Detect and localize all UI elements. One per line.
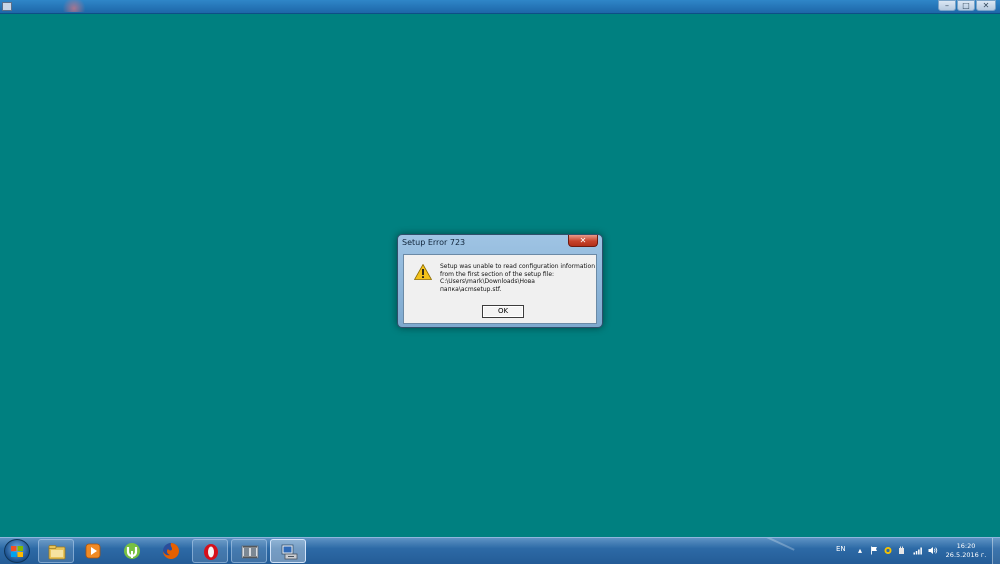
warning-icon [414,264,432,280]
message-line: C:\Users\mark\Downloads\Нова [440,278,535,285]
ok-button[interactable]: OK [482,305,524,318]
taskbar-utorrent[interactable] [114,539,150,563]
dialog-body: Setup was unable to read configuration i… [403,254,597,324]
start-button[interactable] [4,539,30,563]
maximized-window-titlebar: – □ ✕ [0,0,1000,14]
network-icon[interactable] [913,546,923,555]
utorrent-icon [124,543,140,559]
taskbar-photo-viewer[interactable] [231,539,267,563]
folder-icon [48,545,66,560]
clock-time: 16:20 [956,542,976,550]
firefox-icon [163,543,179,559]
clock-date: 26.5.2016 г. [945,551,987,559]
windows-logo-icon [11,546,23,557]
taskbar-explorer[interactable] [38,539,74,563]
opera-icon [204,544,218,560]
message-line: Setup was unable to read configuration i… [440,263,596,270]
taskbar-firefox[interactable] [153,539,189,563]
dialog-title: Setup Error 723 [402,238,466,247]
window-controls: – □ ✕ [938,0,996,11]
taskbar-decoration [695,538,795,564]
titlebar-glow [60,0,88,12]
error-message: Setup was unable to read configuration i… [440,263,596,293]
update-icon[interactable] [884,546,892,555]
power-icon[interactable] [898,546,906,555]
clock[interactable]: 16:20 26.5.2016 г. [944,542,988,560]
setup-error-dialog: Setup Error 723 ✕ Setup was unable to re… [397,234,603,328]
setup-icon [281,544,298,560]
taskbar: EN ▴ 16:20 26.5.2016 г. [0,537,1000,564]
play-icon [85,543,101,559]
dialog-close-button[interactable]: ✕ [568,235,598,247]
language-indicator[interactable]: EN [836,545,846,553]
taskbar-media-player[interactable] [75,539,111,563]
message-line: папка\acmsetup.stf. [440,285,502,293]
maximize-button[interactable]: □ [957,0,975,11]
close-button[interactable]: ✕ [976,0,996,11]
minimize-button[interactable]: – [938,0,956,11]
taskbar-setup[interactable] [270,539,306,563]
filmstrip-icon [241,545,259,559]
show-hidden-icon[interactable]: ▴ [856,546,864,555]
volume-icon[interactable] [928,546,938,555]
action-center-flag-icon[interactable] [870,546,878,555]
taskbar-opera[interactable] [192,539,228,563]
show-desktop-button[interactable] [992,538,1000,564]
app-icon[interactable] [2,2,12,11]
message-line: from the first section of the setup file… [440,270,555,278]
